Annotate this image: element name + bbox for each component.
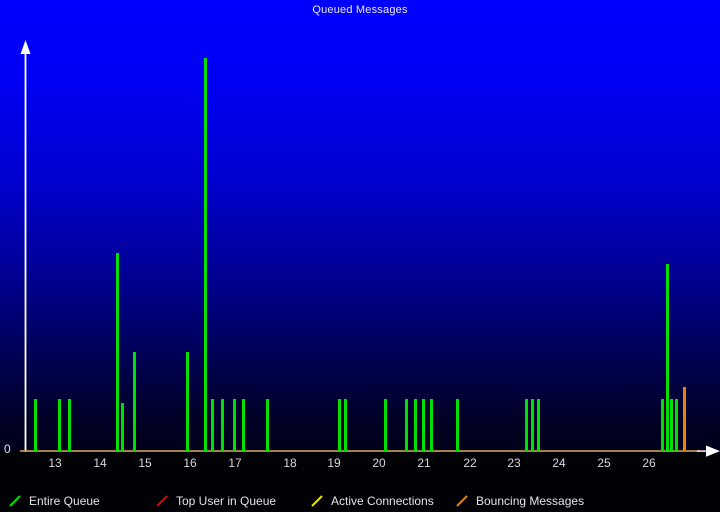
x-tick-label: 20 [372,456,386,470]
data-spike [58,399,61,451]
data-spike [537,399,540,451]
legend-item[interactable]: Active Connections [310,492,434,510]
data-spike [384,399,387,451]
data-spike [116,252,119,451]
legend-item[interactable]: Entire Queue [8,492,100,510]
data-series-layer [0,0,720,452]
data-spike [531,399,534,451]
data-spike [661,399,664,451]
data-spike [344,399,347,451]
chart-screenshot: Queued Messages 0 13 14 15 16 17 18 19 20 21 22 23… [0,0,720,512]
data-spike [211,399,214,451]
x-tick-label: 13 [48,456,62,470]
x-tick-label: 22 [463,456,477,470]
legend-item[interactable]: Bouncing Messages [455,492,584,510]
data-spike [430,399,433,451]
legend-slash-icon [455,494,469,508]
data-spike [242,399,245,451]
data-spike [414,399,417,451]
legend-slash-icon [155,494,169,508]
data-spike [670,399,673,451]
data-spike [133,351,136,451]
legend-item-label: Top User in Queue [176,494,277,508]
data-spike [266,399,269,451]
data-spike [338,399,341,451]
data-spike [525,399,528,451]
data-spike [675,399,678,451]
legend-item[interactable]: Top User in Queue [155,492,276,510]
x-tick-label: 16 [183,456,197,470]
x-tick-label: 14 [93,456,107,470]
x-tick-label: 23 [507,456,521,470]
data-spike [666,264,669,451]
x-axis-tick-labels: 13 14 15 16 17 18 19 20 21 22 23 24 25 26 [0,456,720,474]
data-spike [405,399,408,451]
legend-item-label: Entire Queue [29,494,100,508]
data-spike [121,403,124,451]
data-spike [204,57,207,451]
data-spike [456,399,459,451]
x-tick-label: 18 [283,456,297,470]
data-spike [186,351,189,451]
x-tick-label: 15 [138,456,152,470]
legend-slash-icon [310,494,324,508]
data-spike [233,399,236,451]
data-spike [68,399,71,451]
plot-panel: Queued Messages 0 [0,0,720,457]
x-tick-label: 25 [597,456,611,470]
data-spike [221,399,224,451]
x-tick-label: 26 [642,456,656,470]
legend-item-label: Bouncing Messages [476,494,585,508]
data-spike [34,399,37,451]
x-tick-label: 17 [228,456,242,470]
data-spike [683,387,686,451]
chart-legend: Entire Queue Top User in Queue Active Conn… [0,480,720,512]
x-tick-label: 21 [417,456,431,470]
data-spike [422,399,425,451]
x-tick-label: 24 [552,456,566,470]
x-tick-label: 19 [327,456,341,470]
legend-item-label: Active Connections [331,494,434,508]
legend-slash-icon [8,494,22,508]
